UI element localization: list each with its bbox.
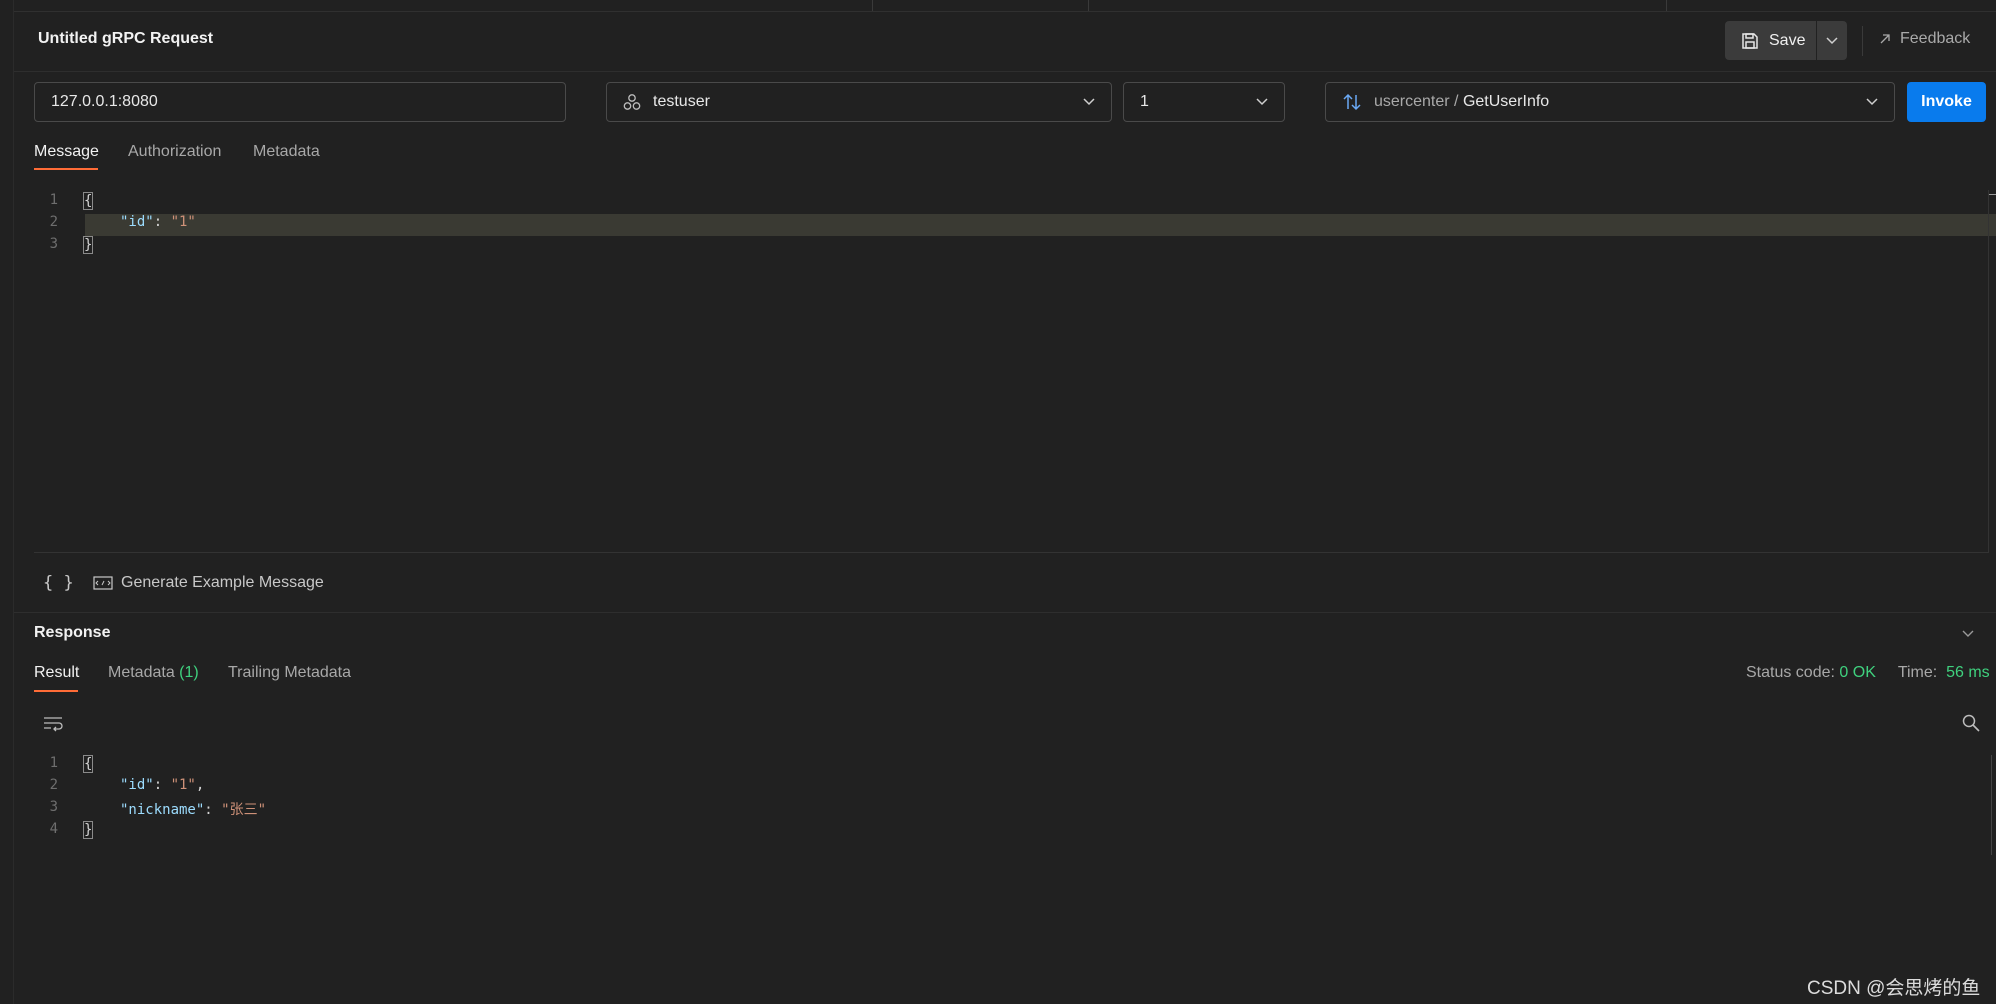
line-number: 4 [49,821,58,837]
time-label: Time: [1897,664,1938,681]
open-brace: { [83,755,94,773]
tab-metadata[interactable]: Metadata [253,143,320,161]
generate-example-label: Generate Example Message [121,574,324,591]
line-number: 1 [49,192,58,208]
tab-strip [14,0,1996,12]
line-number: 3 [49,799,58,815]
wrap-lines-icon [43,715,63,733]
tab-message[interactable]: Message [34,143,99,161]
service-icon [623,93,641,111]
header-divider [1862,26,1863,56]
version-value: 1 [1140,93,1149,110]
line-number: 2 [49,214,58,230]
service-value: testuser [653,93,710,110]
code-line-nickname: "nickname": "张三" [120,802,267,818]
method-service: usercenter [1374,93,1450,110]
chevron-down-icon [1866,98,1878,106]
editor-right-border [1988,190,1989,552]
metadata-count: (1) [179,664,199,681]
response-title: Response [34,624,111,641]
tab-message-underline [34,168,98,170]
request-title: Untitled gRPC Request [38,30,214,47]
save-icon [1741,32,1759,50]
save-options-button[interactable] [1817,21,1847,60]
method-name: GetUserInfo [1462,93,1550,110]
generate-example-button[interactable]: Generate Example Message [93,574,324,592]
search-button[interactable] [1962,714,1980,732]
up-down-arrows-icon [1342,93,1362,111]
version-select[interactable]: 1 [1123,82,1285,122]
scroll-marker [1988,194,1996,195]
feedback-link[interactable]: Feedback [1880,30,1970,48]
save-label: Save [1769,31,1806,49]
open-brace: { [83,192,94,210]
tab-response-metadata[interactable]: Metadata (1) [108,664,199,682]
status-code-label: Status code: [1746,664,1835,681]
response-status: Status code: 0 OK Time: 56 ms [1746,664,1990,682]
close-brace: } [83,821,94,839]
tab-result-underline [34,690,78,692]
feedback-label: Feedback [1900,30,1971,47]
method-select[interactable]: usercenter / GetUserInfo [1325,82,1895,122]
tab-trailing-metadata[interactable]: Trailing Metadata [228,664,351,682]
time-value: 56 ms [1946,664,1990,681]
search-icon [1962,714,1980,732]
chevron-down-icon [1826,36,1838,45]
tab-result[interactable]: Result [34,664,79,682]
url-value: 127.0.0.1:8080 [51,93,158,110]
response-scrollbar[interactable] [1991,755,1996,855]
editor-bottom-border [34,552,1989,553]
service-select[interactable]: testuser [606,82,1112,122]
code-line-id: "id": "1", [120,777,205,793]
tab-authorization[interactable]: Authorization [128,143,221,161]
invoke-button[interactable]: Invoke [1907,82,1986,122]
save-button[interactable]: Save [1725,21,1816,60]
method-separator: / [1449,93,1463,110]
header-separator [14,71,1996,72]
collapse-response-button[interactable] [1962,630,1974,638]
beautify-braces-icon[interactable]: { } [43,573,74,593]
line-number: 3 [49,236,58,252]
line-number: 2 [49,777,58,793]
code-line-id: "id": "1" [120,214,196,230]
code-generate-icon [93,576,113,590]
chevron-down-icon [1256,98,1268,106]
close-brace: } [83,236,94,254]
message-editor[interactable]: 1 2 3 { "id": "1" } [0,192,1996,552]
arrow-up-right-icon [1880,34,1890,44]
line-number: 1 [49,755,58,771]
word-wrap-button[interactable] [43,715,63,733]
response-separator [14,612,1996,613]
response-viewer[interactable]: 1 2 3 4 { "id": "1", "nickname": "张三" } [0,755,1990,955]
status-code-value: 0 OK [1839,664,1876,681]
tab-response-metadata-label: Metadata [108,664,175,681]
watermark: CSDN @会思烤的鱼 [1807,978,1981,999]
chevron-down-icon [1083,98,1095,106]
url-input[interactable]: 127.0.0.1:8080 [34,82,566,122]
chevron-down-icon [1962,630,1974,638]
